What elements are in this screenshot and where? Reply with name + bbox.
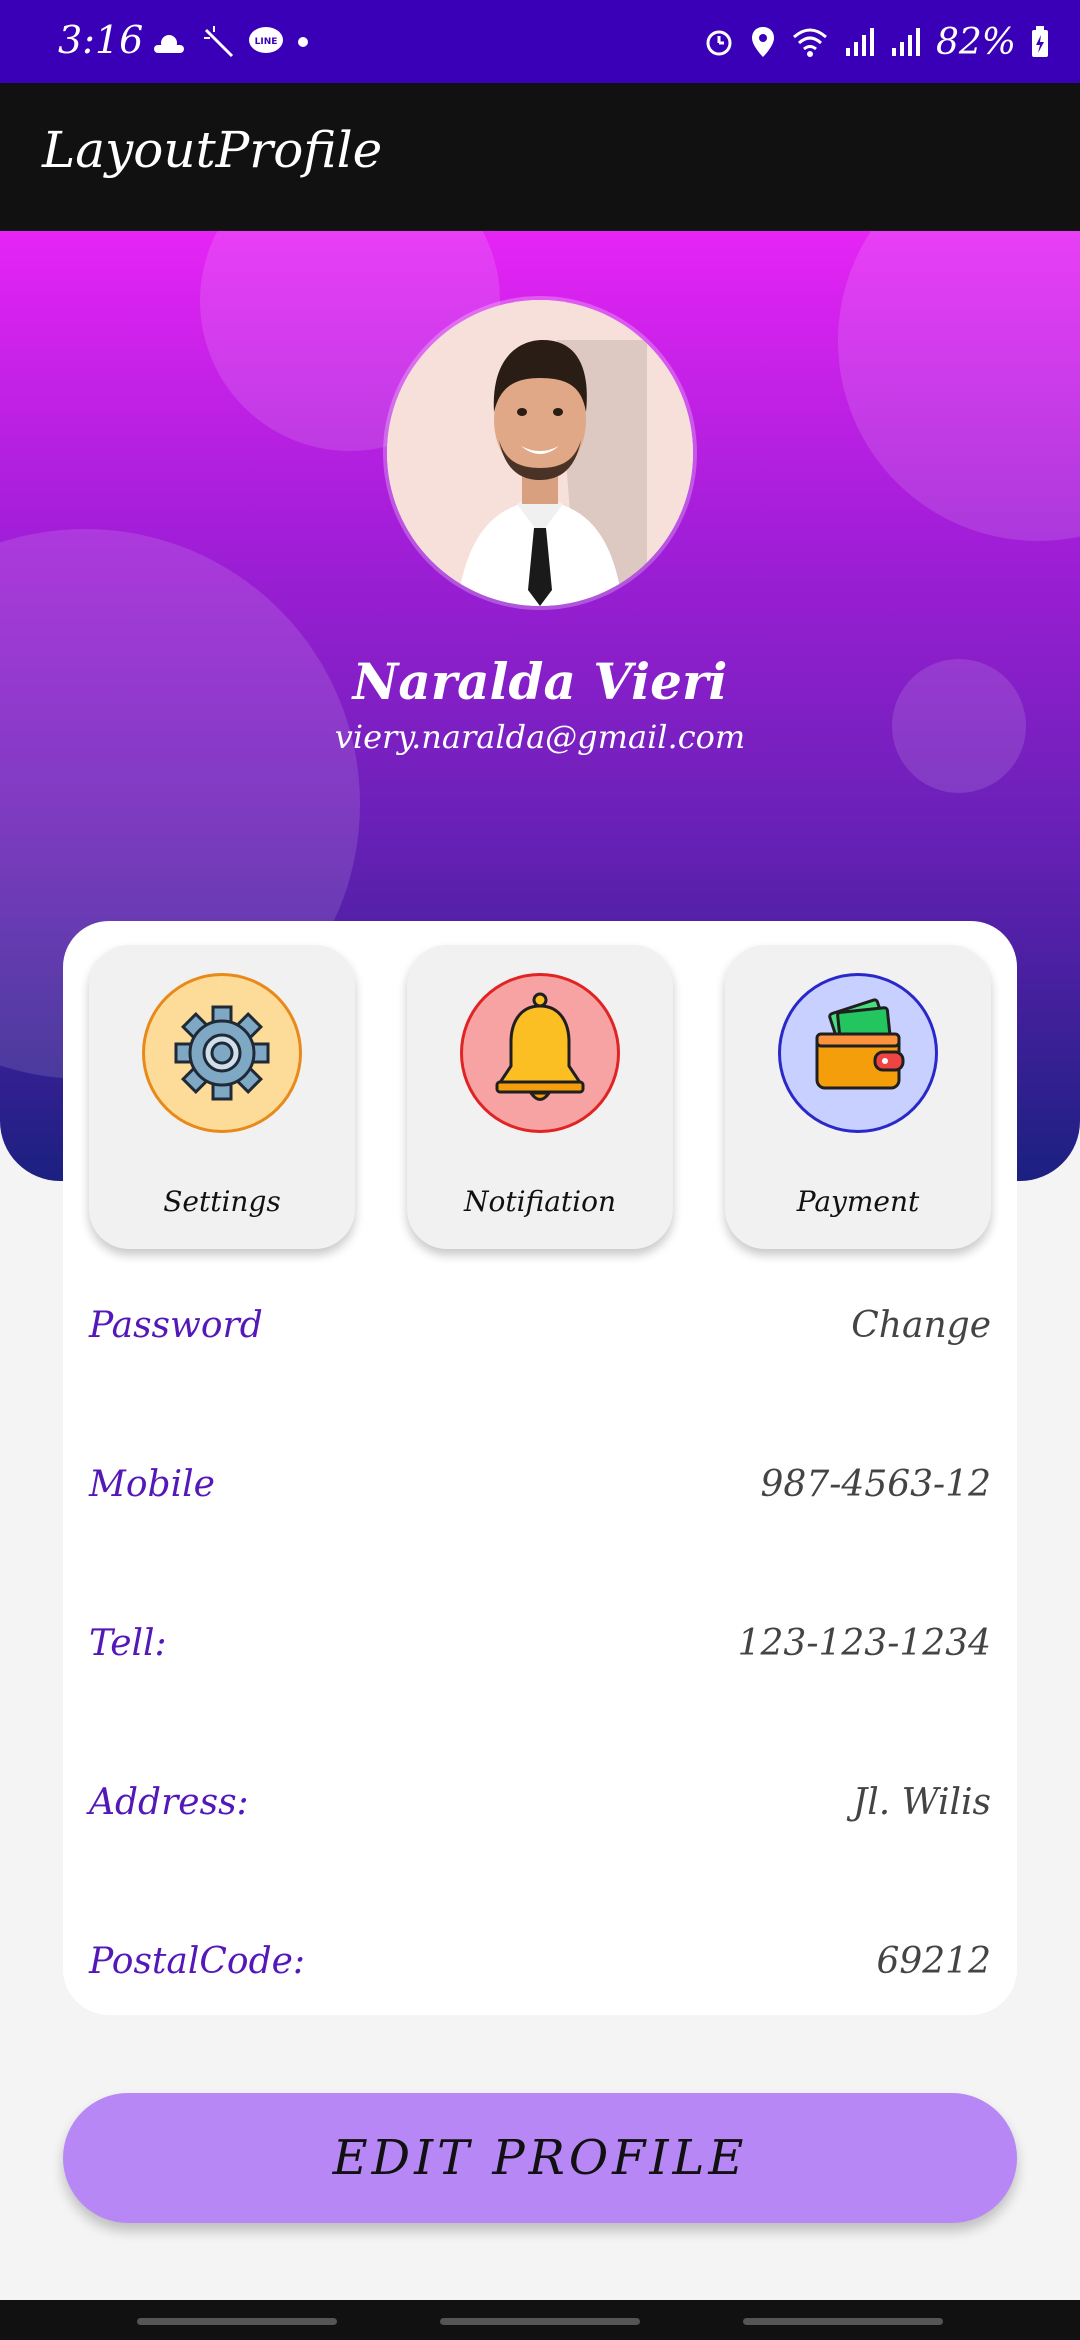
weather-icon <box>154 35 184 53</box>
notification-tile[interactable]: Notifiation <box>407 945 673 1249</box>
info-row-address: Address: Jl. Wilis <box>89 1782 991 1842</box>
info-value: 69212 <box>876 1941 991 1982</box>
battery-icon <box>1032 26 1048 57</box>
magic-wand-icon <box>204 26 234 58</box>
info-row-tell: Tell: 123-123-1234 <box>89 1623 991 1683</box>
nav-back-handle[interactable] <box>743 2318 943 2325</box>
bell-icon <box>495 992 585 1101</box>
status-bar: 3:16 LINE 82% <box>0 0 1080 83</box>
info-row-password[interactable]: Password Change <box>89 1305 991 1365</box>
app-title: LayoutProfile <box>42 121 383 179</box>
avatar[interactable] <box>387 300 693 606</box>
nav-home-handle[interactable] <box>440 2318 640 2325</box>
app-bar: LayoutProfile <box>0 83 1080 231</box>
info-label: Mobile <box>89 1464 215 1505</box>
settings-icon-circle <box>142 973 302 1133</box>
notification-label: Notifiation <box>463 1185 617 1218</box>
svg-text:LINE: LINE <box>255 37 278 47</box>
profile-name: Naralda Vieri <box>352 652 728 711</box>
payment-label: Payment <box>796 1185 920 1218</box>
notification-icon-circle <box>460 973 620 1133</box>
location-icon <box>751 27 774 57</box>
gear-icon <box>174 1005 270 1101</box>
info-label: Address: <box>89 1782 249 1823</box>
alarm-icon <box>706 30 732 56</box>
payment-tile[interactable]: Payment <box>725 945 991 1249</box>
dot-icon <box>298 37 308 47</box>
profile-email: viery.naralda@gmail.com <box>334 718 746 756</box>
payment-icon-circle <box>778 973 938 1133</box>
info-value: 123-123-1234 <box>737 1623 991 1664</box>
info-row-postal-code: PostalCode: 69212 <box>89 1941 991 2001</box>
line-app-icon: LINE <box>249 27 283 53</box>
info-value[interactable]: Change <box>851 1305 991 1346</box>
info-label: Password <box>89 1305 263 1346</box>
navigation-bar <box>0 2300 1080 2340</box>
status-time: 3:16 <box>58 18 144 62</box>
battery-percent: 82% <box>935 21 1016 63</box>
info-value: 987-4563-12 <box>760 1464 991 1505</box>
edit-profile-button[interactable]: EDIT PROFILE <box>63 2093 1017 2223</box>
settings-label: Settings <box>163 1185 281 1218</box>
status-notification-icons: LINE <box>150 20 310 64</box>
settings-tile[interactable]: Settings <box>89 945 355 1249</box>
signal-icon <box>891 28 920 56</box>
info-value: Jl. Wilis <box>852 1782 991 1823</box>
decor-bubble <box>838 231 1080 541</box>
profile-card: Settings Notifiation Payment Password Ch… <box>63 921 1017 2015</box>
info-label: PostalCode: <box>89 1941 306 1982</box>
status-system-icons: 82% <box>702 20 1050 64</box>
wifi-icon <box>792 28 827 57</box>
wallet-icon <box>815 998 905 1090</box>
nav-recents-handle[interactable] <box>137 2318 337 2325</box>
info-label: Tell: <box>89 1623 167 1664</box>
signal-icon <box>845 28 874 56</box>
info-row-mobile: Mobile 987-4563-12 <box>89 1464 991 1524</box>
profile-photo <box>387 300 693 606</box>
